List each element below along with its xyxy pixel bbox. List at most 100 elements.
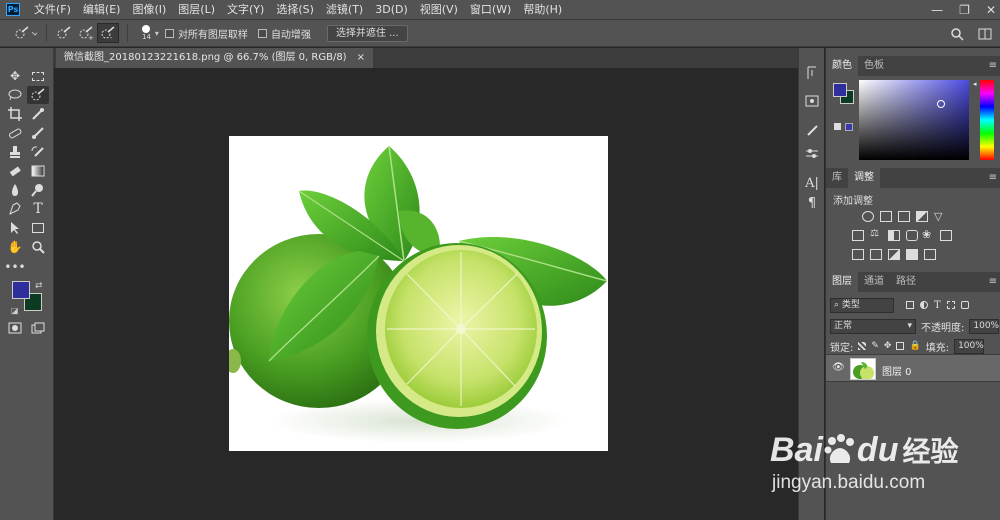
menu-3d[interactable]: 3D(D) [369, 0, 414, 20]
character-panel-icon[interactable]: A| [799, 174, 825, 192]
threshold-icon[interactable] [888, 249, 900, 260]
menu-window[interactable]: 窗口(W) [464, 0, 517, 20]
photo-filter-icon[interactable] [906, 230, 918, 241]
menu-image[interactable]: 图像(I) [126, 0, 172, 20]
menu-help[interactable]: 帮助(H) [517, 0, 568, 20]
foreground-color-swatch[interactable] [12, 281, 30, 299]
curves-icon[interactable] [898, 211, 910, 222]
pen-tool-icon[interactable] [4, 200, 26, 218]
photoshop-logo-icon[interactable]: Ps [6, 3, 20, 16]
clone-stamp-tool-icon[interactable] [4, 143, 26, 161]
brush-tool-icon[interactable] [27, 124, 49, 142]
chevron-down-icon[interactable]: ▾ [155, 29, 159, 38]
tab-layers[interactable]: 图层 [826, 272, 858, 292]
blur-tool-icon[interactable] [4, 181, 26, 199]
hue-saturation-icon[interactable] [852, 230, 864, 241]
history-panel-icon[interactable] [799, 64, 825, 82]
color-panel-foreground-swatch[interactable] [833, 83, 847, 97]
auto-enhance-checkbox[interactable] [257, 28, 267, 38]
eraser-tool-icon[interactable] [4, 162, 26, 180]
brush-size-picker[interactable]: 14 [142, 25, 151, 41]
document-tab[interactable]: 微信截图_20180123221618.png @ 66.7% (图层 0, R… [56, 48, 373, 68]
color-lookup-icon[interactable] [940, 230, 952, 241]
web-safe-color-icon[interactable] [845, 123, 853, 131]
path-selection-tool-icon[interactable] [4, 219, 26, 237]
tab-paths[interactable]: 路径 [890, 272, 922, 292]
restore-icon[interactable]: ❐ [959, 3, 970, 17]
layer-row[interactable]: 👁 图层 0 [826, 354, 1000, 382]
zoom-tool-icon[interactable] [27, 238, 49, 256]
opacity-input[interactable]: 100% [969, 318, 1000, 334]
color-field[interactable] [859, 80, 969, 160]
add-to-selection-button[interactable]: + [75, 23, 97, 43]
type-tool-icon[interactable]: T [27, 200, 49, 218]
search-icon[interactable] [950, 27, 964, 41]
subtract-from-selection-button[interactable]: - [97, 23, 119, 43]
lock-all-icon[interactable]: 🔒 [909, 341, 920, 351]
hand-tool-icon[interactable]: ✋ [4, 238, 26, 256]
lasso-tool-icon[interactable] [4, 86, 26, 104]
brush-settings-icon[interactable] [799, 122, 825, 140]
panel-menu-icon[interactable]: ≡ [989, 168, 997, 188]
rectangle-tool-icon[interactable] [27, 219, 49, 237]
menu-layer[interactable]: 图层(L) [172, 0, 221, 20]
layer-filter-kind-select[interactable]: ⌕ 类型 [830, 297, 894, 313]
screen-mode-icon[interactable] [27, 319, 49, 337]
close-icon[interactable]: ✕ [986, 3, 996, 17]
smart-object-filter-icon[interactable] [960, 301, 969, 309]
menu-select[interactable]: 选择(S) [270, 0, 320, 20]
document-canvas-image[interactable] [229, 136, 608, 451]
fill-input[interactable]: 100% [954, 338, 985, 354]
exposure-icon[interactable] [916, 211, 928, 222]
more-tools-icon[interactable]: ••• [4, 258, 26, 276]
lock-pixels-icon[interactable]: ✎ [871, 341, 879, 351]
healing-brush-tool-icon[interactable] [4, 124, 26, 142]
default-colors-icon[interactable]: ◪ [11, 306, 19, 315]
adjustment-filter-icon[interactable] [920, 301, 928, 309]
menu-file[interactable]: 文件(F) [28, 0, 77, 20]
tab-swatches[interactable]: 色板 [858, 56, 890, 76]
tool-preset-picker[interactable] [10, 23, 40, 43]
lock-artboard-icon[interactable] [896, 342, 905, 350]
color-picker-handle[interactable] [937, 100, 945, 108]
posterize-icon[interactable] [870, 249, 882, 260]
swap-colors-icon[interactable]: ⇄ [35, 281, 43, 291]
paragraph-panel-icon[interactable]: ¶ [799, 194, 825, 212]
tab-libraries[interactable]: 库 [826, 168, 848, 188]
lock-position-icon[interactable]: ✥ [884, 341, 892, 351]
menu-edit[interactable]: 编辑(E) [77, 0, 127, 20]
tab-adjustments[interactable]: 调整 [848, 168, 880, 188]
black-white-icon[interactable] [888, 230, 900, 241]
brightness-contrast-icon[interactable] [862, 211, 874, 222]
panel-menu-icon[interactable]: ≡ [989, 272, 997, 292]
move-tool-icon[interactable]: ✥ [4, 67, 26, 85]
minimize-icon[interactable]: — [931, 3, 943, 17]
channel-mixer-icon[interactable]: ❀ [922, 228, 931, 241]
clone-source-icon[interactable] [799, 144, 825, 162]
dodge-tool-icon[interactable] [27, 181, 49, 199]
workspace-icon[interactable] [978, 27, 992, 41]
history-brush-tool-icon[interactable] [27, 143, 49, 161]
menu-filter[interactable]: 滤镜(T) [320, 0, 369, 20]
vibrance-icon[interactable]: ▽ [934, 210, 942, 223]
close-tab-icon[interactable]: × [357, 48, 365, 68]
tab-color[interactable]: 颜色 [826, 56, 858, 76]
selective-color-icon[interactable] [924, 249, 936, 260]
menu-view[interactable]: 视图(V) [414, 0, 464, 20]
levels-icon[interactable] [880, 211, 892, 222]
color-balance-icon[interactable]: ⚖ [870, 228, 879, 239]
sample-all-layers-checkbox[interactable] [164, 28, 174, 38]
gradient-map-icon[interactable] [906, 249, 918, 260]
marquee-tool-icon[interactable] [27, 67, 49, 85]
select-and-mask-button[interactable]: 选择并遮住 ... [326, 24, 408, 42]
gradient-tool-icon[interactable] [27, 162, 49, 180]
visibility-eye-icon[interactable]: 👁 [832, 362, 845, 373]
new-selection-button[interactable] [53, 23, 75, 43]
shape-filter-icon[interactable] [946, 301, 955, 309]
hue-slider[interactable] [980, 80, 994, 160]
tab-channels[interactable]: 通道 [858, 272, 890, 292]
invert-icon[interactable] [852, 249, 864, 260]
warning-cube-icon[interactable] [834, 123, 841, 130]
type-filter-icon[interactable]: T [934, 300, 941, 311]
pixel-filter-icon[interactable] [906, 301, 914, 309]
